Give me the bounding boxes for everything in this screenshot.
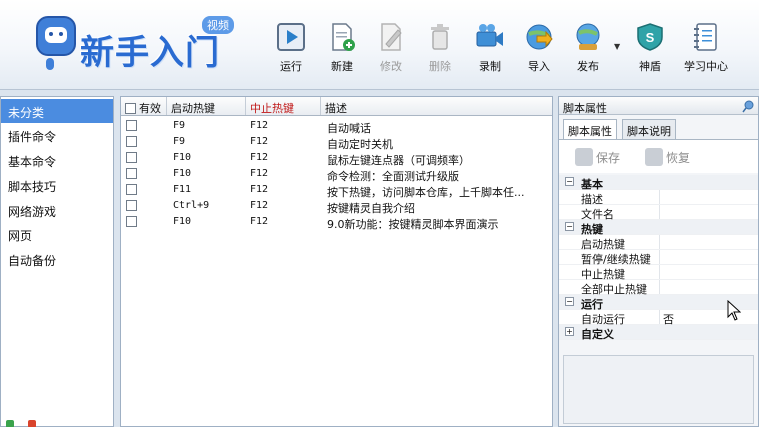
property-category-hotkey[interactable]: − 热键 <box>559 220 758 236</box>
main-toolbar: 新手入门 视频 运行 新建 修改 删除 录制 导入 发布 ▼ S 神盾 学习中心 <box>0 0 759 90</box>
restore-icon <box>645 148 663 166</box>
publish-button[interactable]: 发布 <box>564 22 612 78</box>
delete-category-icon[interactable] <box>27 420 36 427</box>
publish-dropdown-arrow-icon[interactable]: ▼ <box>614 42 620 51</box>
import-globe-icon <box>526 24 553 50</box>
table-row[interactable]: F9 F12 自动喊话 <box>121 118 552 135</box>
logo-title: 新手入门 <box>80 33 220 73</box>
pin-icon[interactable] <box>742 99 756 113</box>
table-row[interactable]: F11 F12 按下热键，访问脚本仓库，上千脚本任... <box>121 182 552 199</box>
property-row-filename[interactable]: 文件名 <box>559 205 758 221</box>
publish-globe-icon <box>576 23 600 50</box>
category-actions <box>6 418 66 427</box>
learning-center-button[interactable]: 学习中心 <box>682 22 730 78</box>
enabled-checkbox[interactable] <box>126 120 137 131</box>
run-button[interactable]: 运行 <box>267 22 315 78</box>
shield-button[interactable]: S 神盾 <box>626 22 674 78</box>
column-description[interactable]: 描述 <box>321 97 552 115</box>
property-row-stop-hotkey[interactable]: 中止热键 <box>559 265 758 281</box>
properties-title-bar: 脚本属性 <box>559 97 758 115</box>
script-list: 有效 启动热键 中止热键 描述 F9 F12 自动喊话 F9 F12 自动定时关… <box>120 96 553 427</box>
collapse-icon[interactable]: − <box>565 297 574 306</box>
enabled-checkbox[interactable] <box>126 168 137 179</box>
delete-button[interactable]: 删除 <box>416 22 464 78</box>
new-document-icon <box>332 23 355 51</box>
table-row[interactable]: F9 F12 自动定时关机 <box>121 134 552 151</box>
enabled-checkbox[interactable] <box>126 200 137 211</box>
mouse-cursor-icon <box>727 300 741 321</box>
shield-icon: S <box>637 23 663 51</box>
enabled-checkbox[interactable] <box>126 216 137 227</box>
script-list-header: 有效 启动热键 中止热键 描述 <box>121 97 552 116</box>
enabled-checkbox[interactable] <box>126 136 137 147</box>
category-item-auto-backup[interactable]: 自动备份 <box>1 247 113 271</box>
tab-script-description[interactable]: 脚本说明 <box>622 119 676 139</box>
import-button[interactable]: 导入 <box>515 22 563 78</box>
select-all-checkbox[interactable] <box>125 103 136 114</box>
collapse-icon[interactable]: − <box>565 222 574 231</box>
add-category-icon[interactable] <box>6 420 14 427</box>
restore-button[interactable]: 恢复 <box>645 148 690 168</box>
category-item-plugin-commands[interactable]: 插件命令 <box>1 123 113 147</box>
expand-icon[interactable]: + <box>565 327 574 336</box>
record-button[interactable]: 录制 <box>466 22 514 78</box>
new-button[interactable]: 新建 <box>318 22 366 78</box>
property-row-description[interactable]: 描述 <box>559 190 758 206</box>
column-enabled[interactable]: 有效 <box>121 97 167 115</box>
beginner-logo[interactable]: 新手入门 视频 <box>28 8 243 76</box>
category-list: 未分类 插件命令 基本命令 脚本技巧 网络游戏 网页 自动备份 <box>0 96 114 427</box>
trash-icon <box>431 24 449 50</box>
column-stop-hotkey[interactable]: 中止热键 <box>246 97 321 115</box>
table-row[interactable]: F10 F12 鼠标左键连点器（可调频率） <box>121 150 552 167</box>
property-description-box <box>563 355 754 424</box>
video-badge: 视频 <box>202 16 234 34</box>
script-properties-panel: 脚本属性 脚本属性 脚本说明 保存 恢复 − 基本 描述 文件名 − 热键 启动… <box>558 96 759 427</box>
properties-toolbar: 保存 恢复 <box>559 139 758 173</box>
category-item-script-tips[interactable]: 脚本技巧 <box>1 173 113 197</box>
category-item-web[interactable]: 网页 <box>1 222 113 246</box>
enabled-checkbox[interactable] <box>126 184 137 195</box>
table-row[interactable]: Ctrl+9 F12 按键精灵自我介绍 <box>121 198 552 215</box>
save-disk-icon <box>575 148 593 166</box>
video-camera-icon <box>476 24 503 47</box>
notebook-icon <box>694 23 717 51</box>
category-item-uncategorized[interactable]: 未分类 <box>1 99 113 123</box>
play-icon <box>277 23 305 51</box>
tab-script-properties[interactable]: 脚本属性 <box>563 119 617 140</box>
svg-text:S: S <box>646 30 655 45</box>
property-category-basic[interactable]: − 基本 <box>559 175 758 191</box>
category-item-online-games[interactable]: 网络游戏 <box>1 198 113 222</box>
table-row[interactable]: F10 F12 9.0新功能：按键精灵脚本界面演示 <box>121 214 552 231</box>
edit-pencil-icon <box>381 23 402 51</box>
robot-mascot-icon <box>36 16 76 56</box>
table-row[interactable]: F10 F12 命令检测：全面测试升级版 <box>121 166 552 183</box>
property-row-start-hotkey[interactable]: 启动热键 <box>559 235 758 251</box>
property-row-pause-hotkey[interactable]: 暂停/继续热键 <box>559 250 758 266</box>
save-button[interactable]: 保存 <box>575 148 620 168</box>
column-start-hotkey[interactable]: 启动热键 <box>167 97 246 115</box>
property-category-custom[interactable]: + 自定义 <box>559 325 758 341</box>
edit-button[interactable]: 修改 <box>367 22 415 78</box>
collapse-icon[interactable]: − <box>565 177 574 186</box>
category-item-basic-commands[interactable]: 基本命令 <box>1 148 113 172</box>
enabled-checkbox[interactable] <box>126 152 137 163</box>
property-row-stop-all-hotkey[interactable]: 全部中止热键 <box>559 280 758 296</box>
